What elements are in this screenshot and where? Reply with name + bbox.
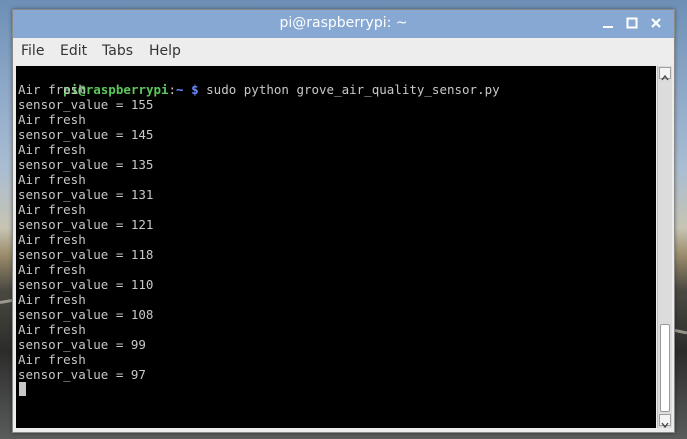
output-line: sensor_value = 108 [18,307,154,322]
window-title: pi@raspberrypi: ~ [279,15,408,31]
menu-help[interactable]: Help [149,43,181,59]
menu-file[interactable]: File [21,43,44,59]
output-line: sensor_value = 97 [18,367,146,382]
output-line: sensor_value = 145 [18,127,154,142]
output-line: sensor_value = 118 [18,247,154,262]
output-line: Air fresh [18,112,86,127]
output-line: Air fresh [18,352,86,367]
output-line: Air fresh [18,322,86,337]
output-line: sensor_value = 135 [18,157,154,172]
scroll-down-button[interactable] [659,414,671,429]
prompt-separator: : [168,82,177,97]
output-line: Air fresh [18,82,86,97]
minimize-icon[interactable] [600,15,616,31]
vertical-scrollbar[interactable] [657,66,672,429]
output-line: sensor_value = 131 [18,187,154,202]
title-bar[interactable]: pi@raspberrypi: ~ [13,10,674,38]
output-line: sensor_value = 121 [18,217,154,232]
chevron-down-icon [661,422,669,429]
output-line: Air fresh [18,172,86,187]
output-line: Air fresh [18,142,86,157]
menu-bar: File Edit Tabs Help [13,38,674,65]
scroll-thumb[interactable] [660,324,670,412]
command-line: pi@raspberrypi:~ $ sudo python grove_air… [18,67,500,97]
scroll-up-button[interactable] [659,67,671,81]
output-line: sensor_value = 155 [18,97,154,112]
close-icon[interactable] [648,15,664,31]
terminal-output[interactable]: pi@raspberrypi:~ $ sudo python grove_air… [16,66,656,428]
desktop-wallpaper-line [0,298,13,305]
menu-tabs[interactable]: Tabs [102,43,133,59]
output-line: Air fresh [18,232,86,247]
prompt-path: ~ $ [176,82,199,97]
menu-edit[interactable]: Edit [60,43,87,59]
output-line: Air fresh [18,292,86,307]
output-line: sensor_value = 99 [18,337,146,352]
output-line: sensor_value = 110 [18,277,154,292]
output-line: Air fresh [18,262,86,277]
terminal-window: pi@raspberrypi: ~ File Edit Tabs Help pi… [12,9,675,433]
maximize-icon[interactable] [624,15,640,31]
text-cursor [19,382,26,396]
command-text: sudo python grove_air_quality_sensor.py [198,82,500,97]
output-line: Air fresh [18,202,86,217]
chevron-up-icon [661,74,669,81]
